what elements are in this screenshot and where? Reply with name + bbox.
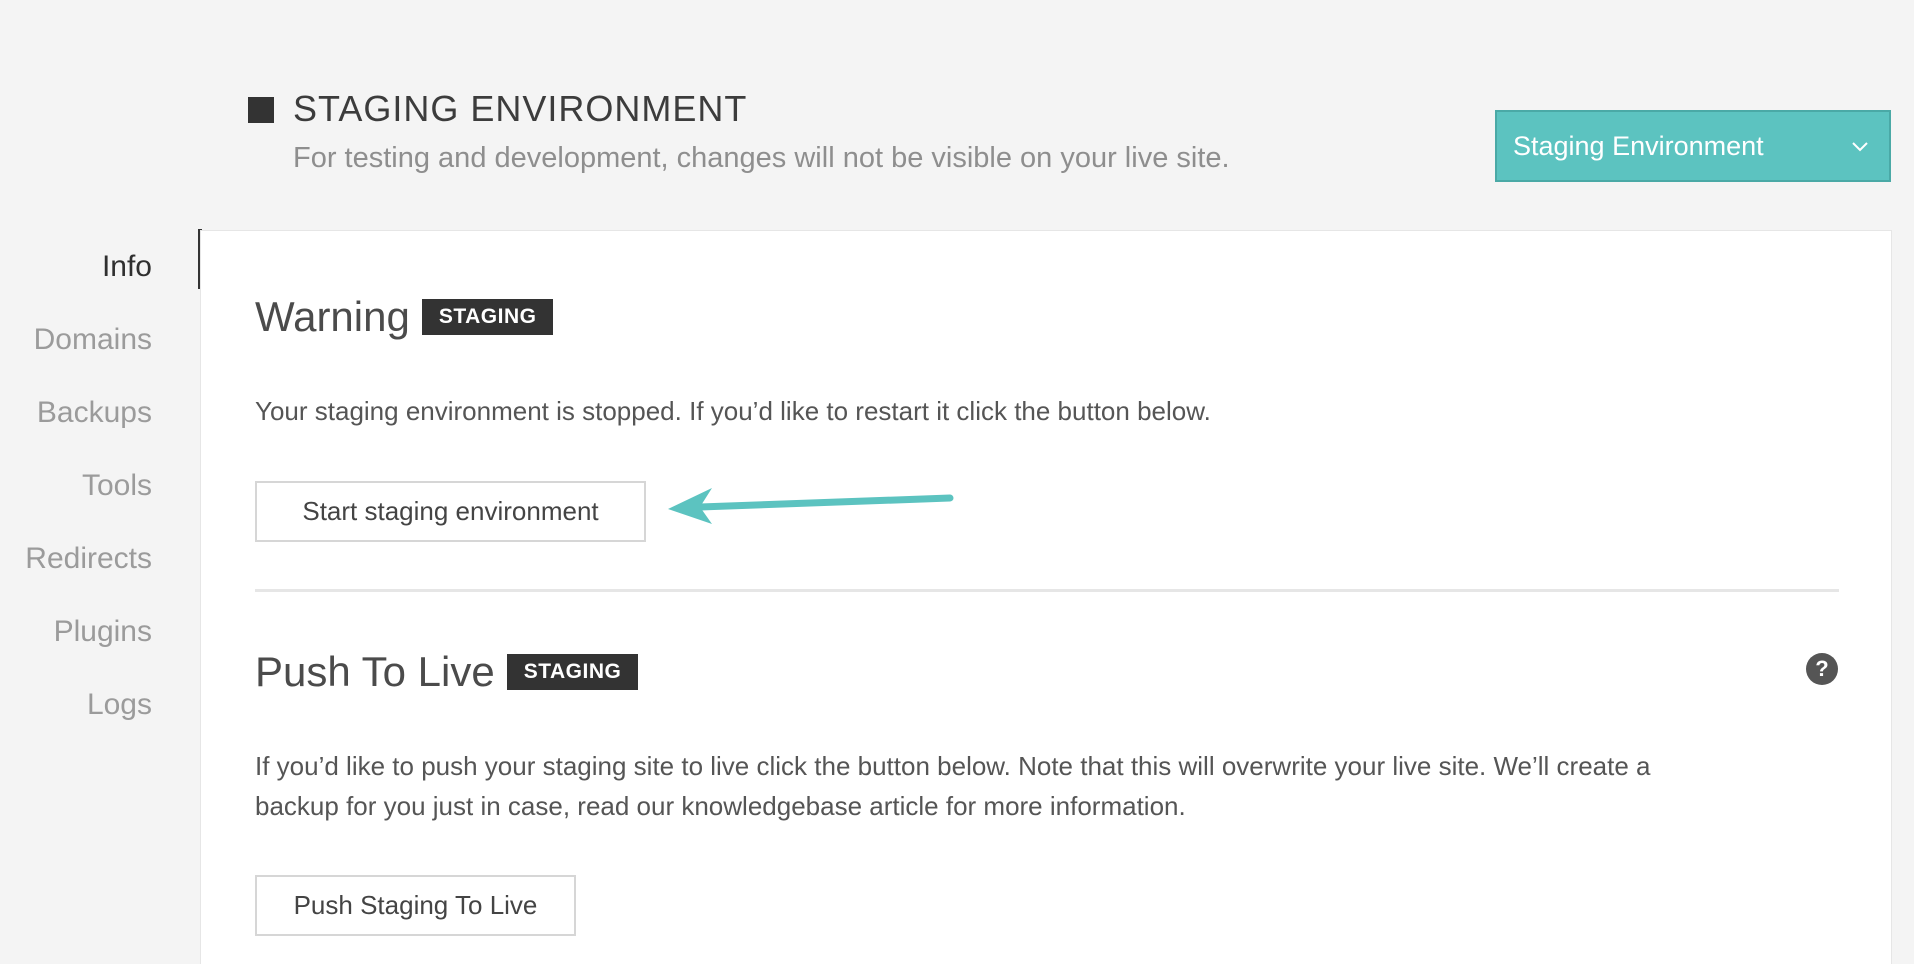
- push-title: Push To Live: [255, 648, 495, 695]
- push-text-line-2: backup for you just in case, read our kn…: [255, 791, 1186, 821]
- page-title: STAGING ENVIRONMENT: [293, 88, 748, 129]
- push-heading: Push To Live STAGING: [255, 648, 639, 696]
- status-badge: STAGING: [506, 654, 639, 690]
- sidebar-item-tools[interactable]: Tools: [82, 469, 152, 503]
- environment-square-icon: [248, 97, 274, 123]
- chevron-down-icon: [1851, 135, 1869, 157]
- sidebar-item-redirects[interactable]: Redirects: [25, 542, 152, 576]
- push-text-line-1: If you’d like to push your staging site …: [255, 751, 1651, 781]
- page: STAGING ENVIRONMENT For testing and deve…: [0, 0, 1914, 964]
- sidebar-item-plugins[interactable]: Plugins: [54, 615, 152, 649]
- warning-heading: Warning STAGING: [255, 293, 554, 341]
- warning-text: Your staging environment is stopped. If …: [255, 396, 1211, 426]
- warning-title: Warning: [255, 293, 410, 340]
- sidebar-item-backups[interactable]: Backups: [37, 396, 152, 430]
- sidebar-item-domains[interactable]: Domains: [34, 323, 152, 357]
- section-divider: [255, 589, 1839, 592]
- arrow-icon: [668, 488, 954, 524]
- environment-select-value: Staging Environment: [1513, 130, 1764, 161]
- push-staging-to-live-button[interactable]: Push Staging To Live: [255, 875, 576, 936]
- start-staging-button[interactable]: Start staging environment: [255, 481, 646, 542]
- environment-select[interactable]: Staging Environment: [1495, 110, 1891, 182]
- content-panel: Warning STAGING Your staging environment…: [200, 230, 1892, 964]
- sidebar-item-info[interactable]: Info: [102, 250, 152, 284]
- question-icon[interactable]: ?: [1806, 653, 1838, 685]
- page-subtitle: For testing and development, changes wil…: [293, 142, 1230, 174]
- status-badge: STAGING: [421, 299, 554, 335]
- sidebar-item-logs[interactable]: Logs: [87, 688, 152, 722]
